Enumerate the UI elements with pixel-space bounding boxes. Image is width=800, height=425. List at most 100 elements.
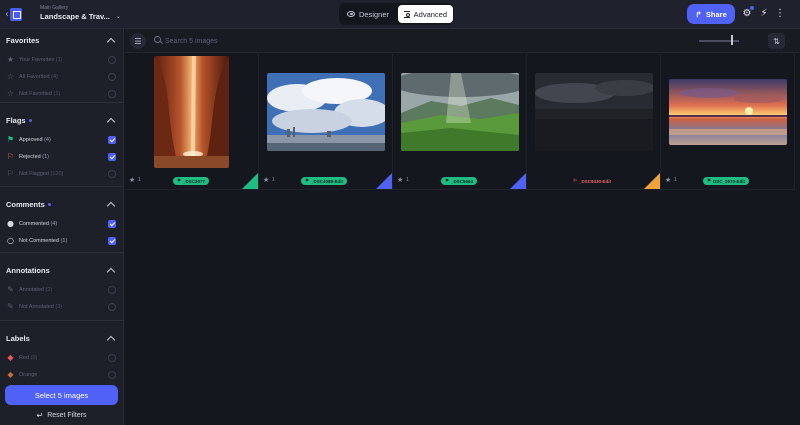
image-thumbnail[interactable] — [668, 79, 787, 145]
thumbnail-frame — [393, 54, 526, 170]
search-icon — [154, 36, 161, 43]
filter-label: Red (0) — [19, 354, 38, 361]
approved-badge: ⚑ DSC_2970-Edit — [703, 177, 750, 185]
gallery-switcher[interactable]: Main Gallery Landscape & Trav... ⌄ — [40, 5, 121, 22]
filter-row-rejected[interactable]: ⚐ Rejected (1) — [6, 148, 117, 165]
filter-checkbox[interactable] — [108, 152, 116, 161]
filter-checkbox[interactable] — [108, 135, 116, 144]
favorites-section: Favorites ★ Your Favorites (1) ☆ All Fav… — [0, 29, 123, 103]
advanced-label: Advanced — [413, 9, 447, 19]
star-icon[interactable]: ★ — [665, 176, 671, 184]
image-thumbnail[interactable] — [266, 73, 385, 151]
filter-checkbox[interactable] — [108, 236, 116, 245]
labels-header[interactable]: Labels — [6, 327, 117, 349]
designer-label: Designer — [358, 9, 389, 19]
filter-checkbox[interactable] — [108, 55, 116, 64]
reset-filters-button[interactable]: ↵ Reset Filters — [5, 408, 118, 422]
image-card[interactable]: ★ 1 ⚑ _DSC4089-Edit — [259, 54, 393, 190]
filter-label: Annotated (2) — [19, 286, 53, 293]
zoom-slider-handle[interactable] — [731, 35, 733, 45]
favorites-header[interactable]: Favorites — [6, 29, 117, 51]
filter-row-all-favorited[interactable]: ☆ All Favorited (4) — [6, 68, 117, 85]
flags-header[interactable]: Flags — [6, 109, 117, 131]
image-card[interactable]: ★ 1 ⚑ _DSC5664 — [393, 54, 527, 190]
app-root: ‹ Main Gallery Landscape & Trav... ⌄ Des… — [0, 0, 800, 425]
more-vertical-icon[interactable]: ⋮ — [774, 8, 786, 20]
section-title: Annotations — [6, 266, 50, 275]
thumbnail-frame — [125, 54, 258, 170]
filter-label: Approved (4) — [19, 136, 51, 143]
collapse-sidebar-button[interactable]: ☰ — [130, 33, 146, 49]
zoom-slider[interactable] — [699, 40, 739, 42]
star-icon[interactable]: ★ — [263, 176, 269, 184]
chevron-up-icon — [106, 335, 116, 344]
sort-button[interactable]: ⇅ — [768, 33, 785, 49]
comment-corner-marker[interactable] — [510, 173, 526, 189]
image-name: _DSC9430-Edit — [579, 178, 612, 184]
share-button[interactable]: ↱ Share — [687, 4, 735, 24]
labels-title: Labels — [6, 333, 30, 343]
flags-section: Flags ⚑ Approved (4) ⚐ Rejected (1) ⚐ No… — [0, 103, 123, 187]
star-icon: ★ — [6, 55, 15, 64]
star-icon[interactable]: ★ — [129, 176, 135, 184]
gallery-title: Landscape & Trav... ⌄ — [40, 11, 121, 22]
comment-corner-marker[interactable] — [376, 173, 392, 189]
filter-checkbox[interactable] — [108, 370, 116, 379]
section-title: Labels — [6, 334, 30, 343]
filter-checkbox[interactable] — [108, 285, 116, 294]
comments-section: Comments ● Commented (4) ○ Not Commented… — [0, 187, 123, 253]
star-outline-icon: ☆ — [6, 72, 15, 81]
annotations-header[interactable]: Annotations — [6, 259, 117, 281]
card-footer: ★ 1 ⚑ DSC_2970-Edit — [661, 176, 794, 188]
image-thumbnail[interactable] — [154, 56, 229, 168]
filter-checkbox[interactable] — [108, 89, 116, 98]
search-input[interactable] — [165, 34, 365, 48]
favorite-count: 1 — [406, 177, 409, 183]
favorite-count: 1 — [138, 177, 141, 183]
filter-row-not-annotated[interactable]: ✎ Not Annotated (3) — [6, 298, 117, 315]
back-to-home-button[interactable]: ‹ — [5, 6, 23, 23]
top-bar: ‹ Main Gallery Landscape & Trav... ⌄ Des… — [0, 0, 800, 29]
filter-checkbox[interactable] — [108, 169, 116, 178]
image-card[interactable]: ★ 1 ⚑ _DSC2077 — [125, 54, 259, 190]
filter-checkbox[interactable] — [108, 353, 116, 362]
rejected-badge: ⚐ _DSC9430-Edit — [569, 177, 615, 185]
filter-row-red[interactable]: ◆ Red (0) — [6, 349, 117, 366]
flag-outline-icon: ⚐ — [6, 169, 15, 178]
gallery-toolbar: ☰ ⇅ — [125, 29, 800, 53]
image-card[interactable]: ★ 1 ⚑ DSC_2970-Edit — [661, 54, 795, 190]
image-thumbnail[interactable] — [400, 73, 519, 151]
filter-row-approved[interactable]: ⚑ Approved (4) — [6, 131, 117, 148]
filter-row-your-favorites[interactable]: ★ Your Favorites (1) — [6, 51, 117, 68]
filter-checkbox[interactable] — [108, 302, 116, 311]
lightning-icon[interactable]: ⚡ — [758, 8, 770, 20]
filter-row-commented[interactable]: ● Commented (4) — [6, 215, 117, 232]
thumbnail-frame — [661, 54, 794, 170]
filter-label: Not Commented (1) — [19, 237, 68, 244]
filter-checkbox[interactable] — [108, 219, 116, 228]
select-images-button[interactable]: Select 5 images — [5, 385, 118, 405]
card-footer: ★ 1 ⚑ _DSC2077 — [125, 176, 258, 188]
chevron-up-icon — [106, 267, 116, 276]
filter-row-not-commented[interactable]: ○ Not Commented (1) — [6, 232, 117, 249]
filter-row-orange[interactable]: ◆ Orange — [6, 366, 117, 383]
flag-icon: ⚑ — [305, 178, 310, 183]
advanced-mode-button[interactable]: Advanced — [398, 5, 453, 23]
card-footer: ★ 1 ⚑ _DSC5664 — [393, 176, 526, 188]
sort-arrows-icon: ⇅ — [773, 36, 780, 46]
filter-row-annotated[interactable]: ✎ Annotated (2) — [6, 281, 117, 298]
active-filter-dot — [28, 118, 32, 122]
image-thumbnail[interactable] — [534, 73, 653, 151]
card-footer: ⚐ _DSC9430-Edit — [527, 176, 660, 188]
chevron-left-icon: ‹ — [5, 9, 9, 20]
filter-row-not-flagged[interactable]: ⚐ Not Flagged (120) — [6, 165, 117, 182]
comment-corner-marker[interactable] — [644, 173, 660, 189]
star-icon[interactable]: ★ — [397, 176, 403, 184]
image-card[interactable]: ⚐ _DSC9430-Edit — [527, 54, 661, 190]
designer-mode-button[interactable]: Designer — [341, 5, 395, 23]
filter-row-not-favorited[interactable]: ☆ Not Favorited (1) — [6, 85, 117, 102]
filter-checkbox[interactable] — [108, 72, 116, 81]
reset-arrow-icon: ↵ — [36, 410, 44, 420]
comments-header[interactable]: Comments — [6, 193, 117, 215]
comment-corner-marker[interactable] — [242, 173, 258, 189]
